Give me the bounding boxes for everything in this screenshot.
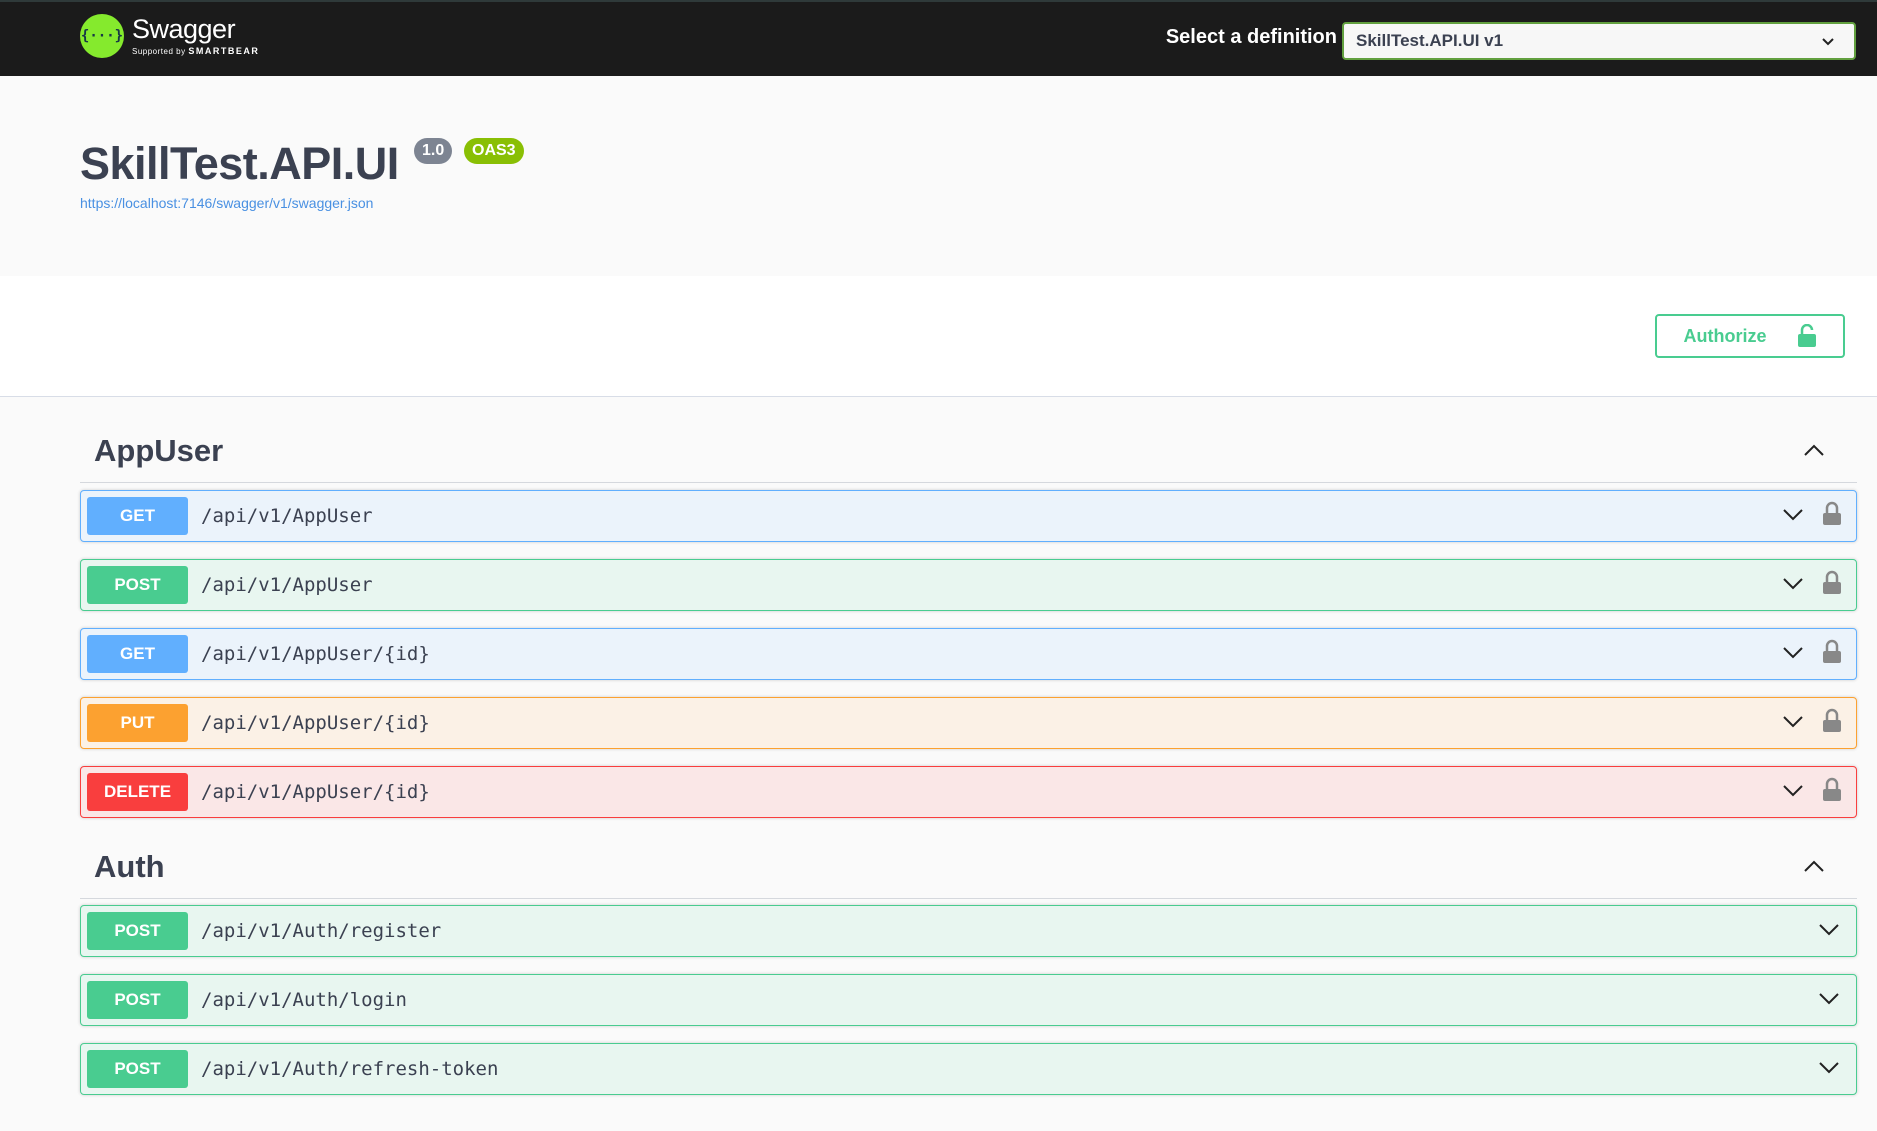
operation-path: /api/v1/AppUser/{id}	[201, 643, 430, 665]
operation-post-auth-login[interactable]: POST /api/v1/Auth/login	[80, 974, 1857, 1026]
chevron-down-icon	[1822, 38, 1834, 46]
spec-url-link[interactable]: https://localhost:7146/swagger/v1/swagge…	[80, 195, 373, 211]
method-badge: PUT	[87, 704, 188, 742]
swagger-logo-name: Swagger	[132, 14, 236, 44]
operation-path: /api/v1/AppUser	[201, 574, 373, 596]
lock-icon[interactable]	[1822, 777, 1842, 803]
tag-name: AppUser	[94, 432, 224, 468]
operation-path: /api/v1/AppUser/{id}	[201, 781, 430, 803]
chevron-up-icon[interactable]	[1801, 437, 1827, 463]
operation-post-appuser[interactable]: POST /api/v1/AppUser	[80, 559, 1857, 611]
chevron-down-icon[interactable]	[1780, 708, 1806, 734]
lock-icon[interactable]	[1822, 501, 1842, 527]
operation-delete-appuser-id[interactable]: DELETE /api/v1/AppUser/{id}	[80, 766, 1857, 818]
api-info: SkillTest.API.UI 1.0 OAS3 https://localh…	[0, 76, 1877, 276]
operation-post-auth-register[interactable]: POST /api/v1/Auth/register	[80, 905, 1857, 957]
logo-supported-by: Supported by	[132, 47, 186, 56]
operation-path: /api/v1/Auth/register	[201, 920, 442, 942]
lock-icon[interactable]	[1822, 708, 1842, 734]
operation-get-appuser[interactable]: GET /api/v1/AppUser	[80, 490, 1857, 542]
method-badge: DELETE	[87, 773, 188, 811]
topbar: {···} Swagger Supported by SMARTBEAR Sel…	[0, 0, 1877, 76]
lock-icon[interactable]	[1822, 570, 1842, 596]
logo-company: SMARTBEAR	[188, 46, 260, 56]
operation-put-appuser-id[interactable]: PUT /api/v1/AppUser/{id}	[80, 697, 1857, 749]
chevron-down-icon[interactable]	[1780, 639, 1806, 665]
operation-path: /api/v1/AppUser/{id}	[201, 712, 430, 734]
definition-selected-value: SkillTest.API.UI v1	[1356, 31, 1504, 50]
method-badge: GET	[87, 497, 188, 535]
operation-path: /api/v1/Auth/login	[201, 989, 407, 1011]
method-badge: POST	[87, 1050, 188, 1088]
operation-path: /api/v1/Auth/refresh-token	[201, 1058, 499, 1080]
swagger-logo-glyph: {···}	[80, 28, 124, 44]
method-badge: POST	[87, 566, 188, 604]
chevron-down-icon[interactable]	[1816, 916, 1842, 942]
chevron-down-icon[interactable]	[1816, 985, 1842, 1011]
lock-icon[interactable]	[1822, 639, 1842, 665]
operation-get-appuser-id[interactable]: GET /api/v1/AppUser/{id}	[80, 628, 1857, 680]
api-title: SkillTest.API.UI	[80, 138, 399, 189]
tag-name: Auth	[94, 848, 165, 884]
swagger-logo[interactable]: {···} Swagger Supported by SMARTBEAR	[80, 14, 259, 58]
unlocked-icon	[1797, 324, 1816, 347]
chevron-down-icon[interactable]	[1780, 570, 1806, 596]
oas-badge: OAS3	[464, 138, 524, 164]
chevron-down-icon[interactable]	[1780, 777, 1806, 803]
method-badge: POST	[87, 912, 188, 950]
chevron-up-icon[interactable]	[1801, 853, 1827, 879]
method-badge: GET	[87, 635, 188, 673]
tag-header-appuser[interactable]: AppUser	[80, 419, 1857, 483]
authorize-label: Authorize	[1683, 325, 1767, 346]
definition-select[interactable]: SkillTest.API.UI v1	[1342, 22, 1856, 60]
swagger-logo-icon: {···}	[80, 14, 124, 58]
tag-header-auth[interactable]: Auth	[80, 835, 1857, 899]
version-badge: 1.0	[414, 138, 453, 164]
authorize-button[interactable]: Authorize	[1655, 314, 1845, 358]
swagger-logo-text: Swagger Supported by SMARTBEAR	[132, 14, 259, 56]
operation-post-auth-refresh-token[interactable]: POST /api/v1/Auth/refresh-token	[80, 1043, 1857, 1095]
scheme-container: Authorize	[0, 276, 1877, 397]
chevron-down-icon[interactable]	[1816, 1054, 1842, 1080]
swagger-logo-subtitle: Supported by SMARTBEAR	[132, 46, 259, 56]
chevron-down-icon[interactable]	[1780, 501, 1806, 527]
method-badge: POST	[87, 981, 188, 1019]
operation-path: /api/v1/AppUser	[201, 505, 373, 527]
definition-label: Select a definition	[1165, 26, 1337, 48]
